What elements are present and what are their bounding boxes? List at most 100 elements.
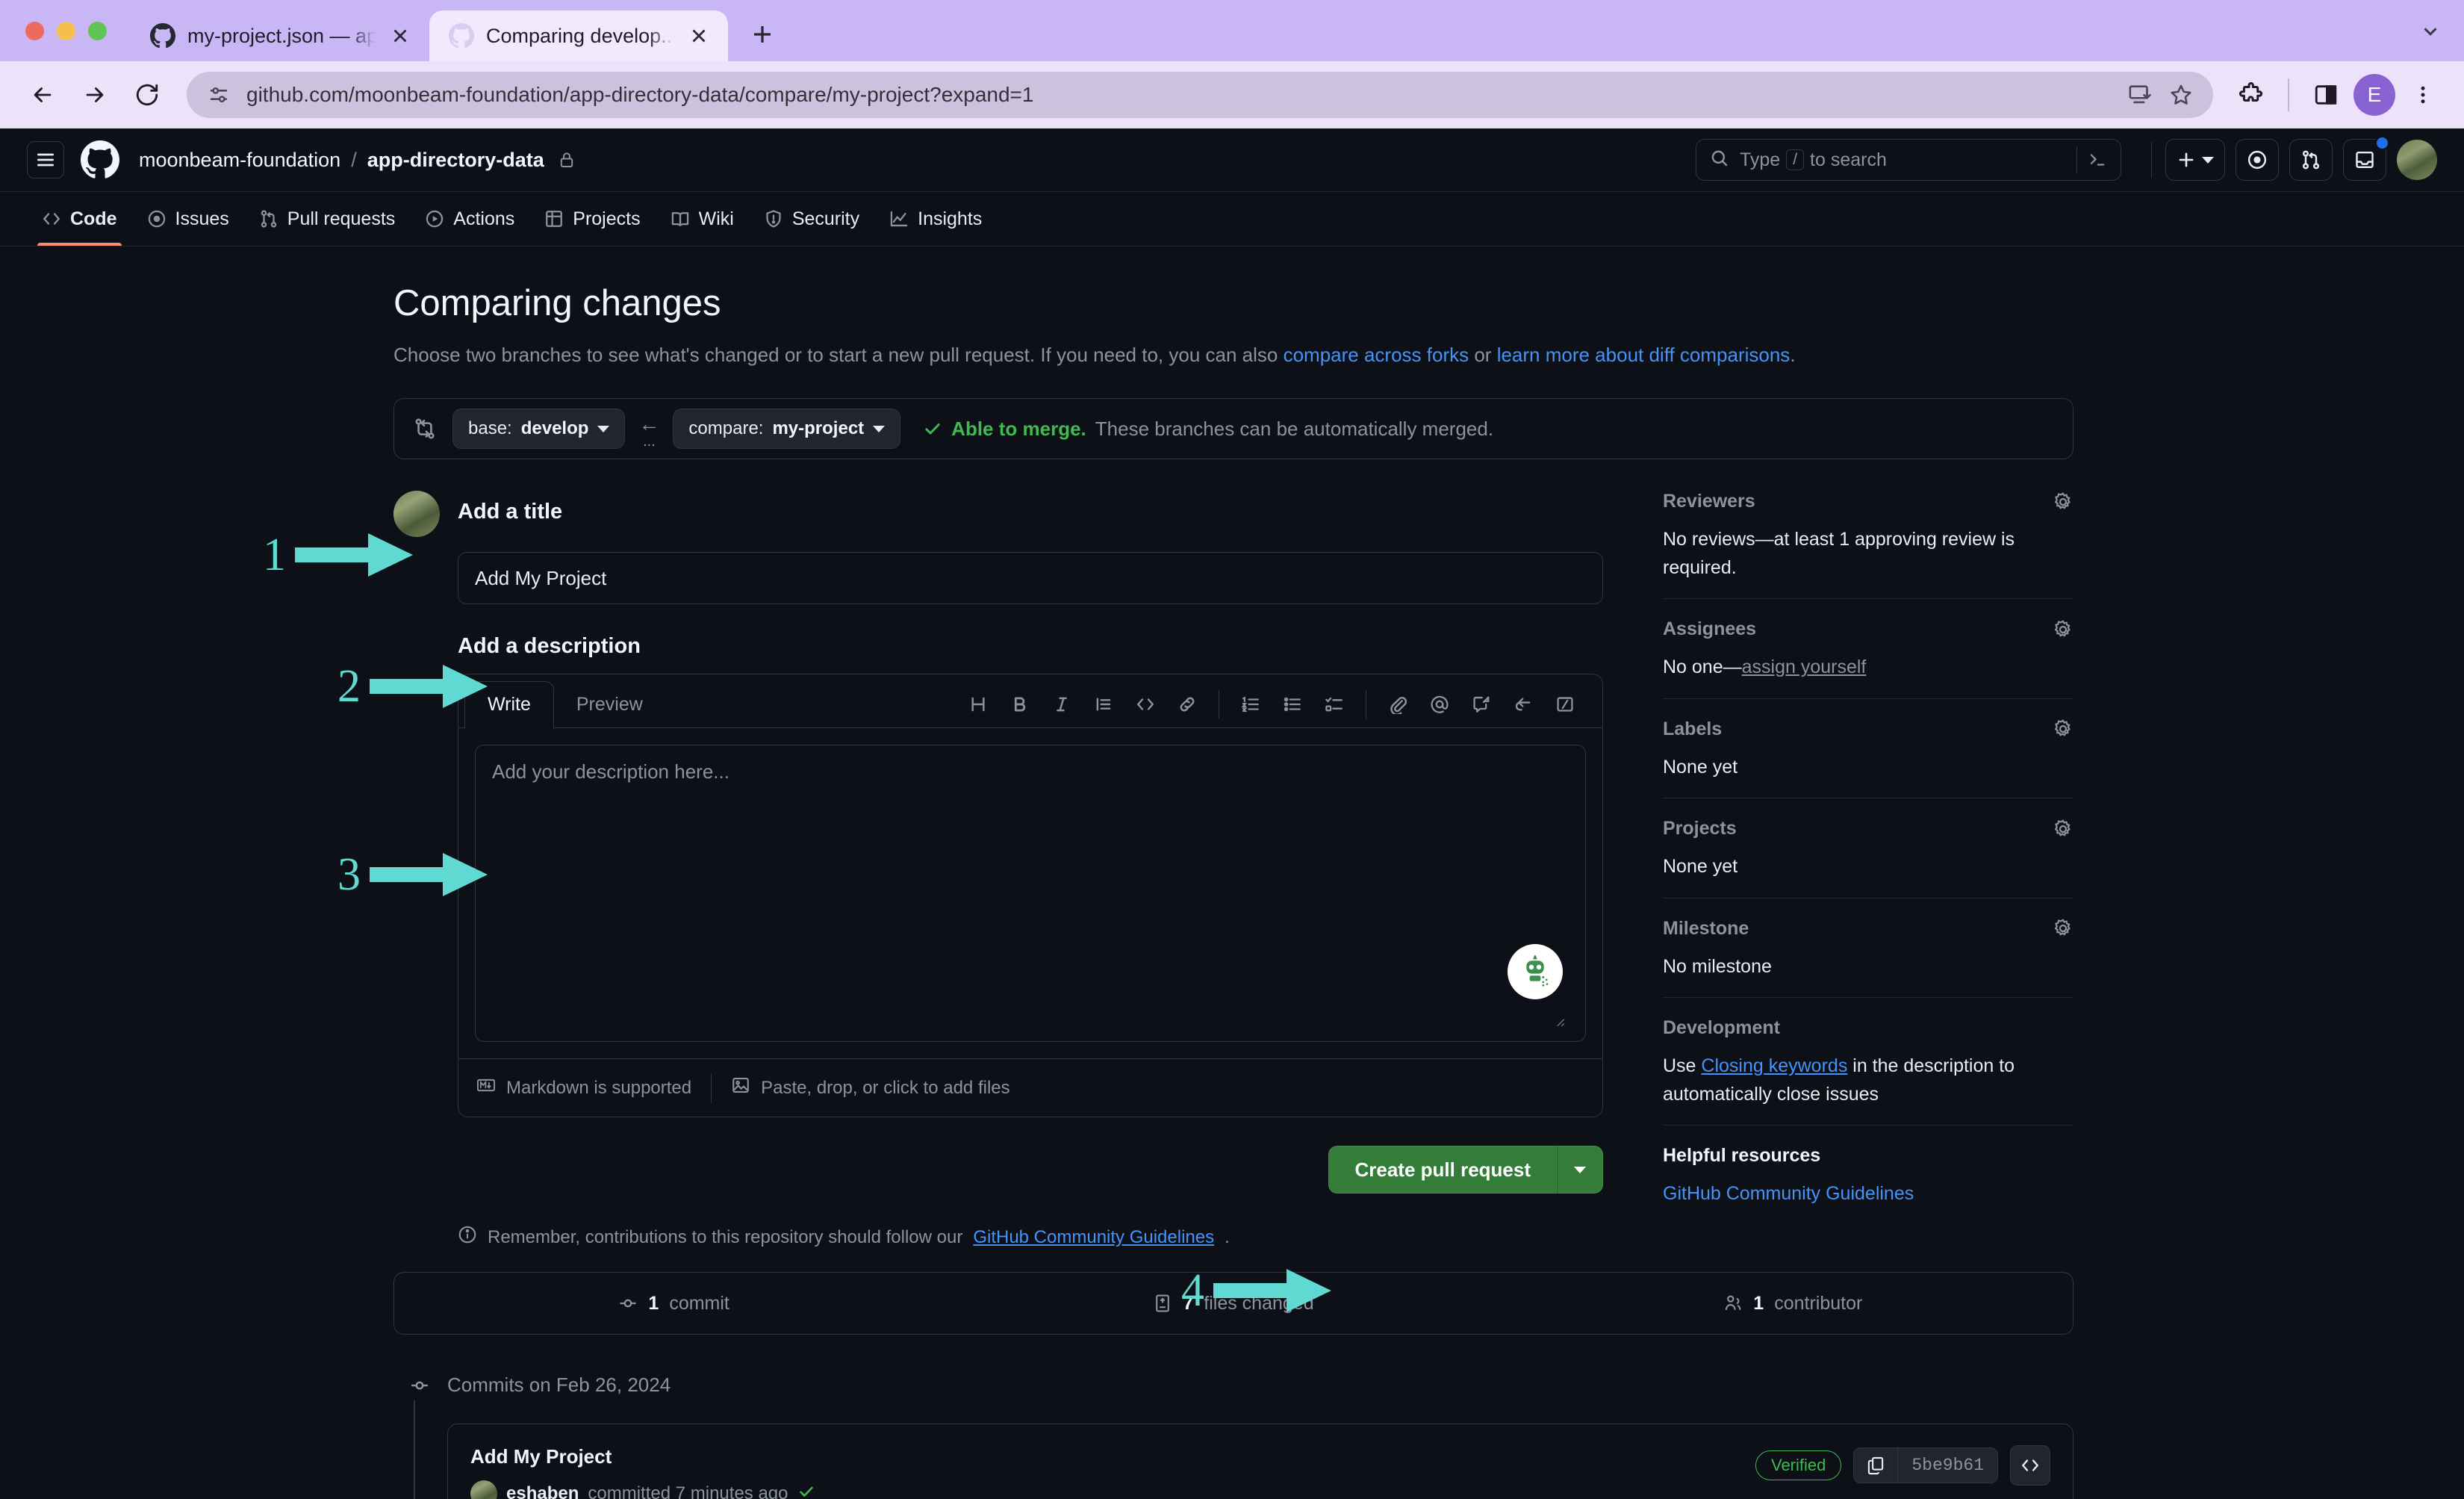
copy-icon[interactable] — [1854, 1448, 1899, 1483]
github-community-guidelines-link[interactable]: GitHub Community Guidelines — [973, 1227, 1214, 1248]
create-pull-request-button[interactable]: Create pull request — [1328, 1146, 1557, 1194]
resize-handle[interactable] — [1552, 1010, 1566, 1027]
gear-icon[interactable] — [2053, 819, 2073, 839]
merge-status: Able to merge. These branches can be aut… — [923, 418, 1493, 441]
maximize-window-button[interactable] — [88, 22, 107, 40]
markdown-slash-icon[interactable] — [1546, 685, 1584, 724]
saved-reply-icon[interactable] — [1462, 685, 1501, 724]
repo-nav-actions[interactable]: Actions — [410, 192, 529, 246]
sidebar-section-header: Helpful resources — [1663, 1145, 2073, 1167]
stat-commits[interactable]: 1 commit — [394, 1293, 953, 1315]
commit-author[interactable]: eshaben — [506, 1483, 579, 1499]
browser-tab-1[interactable]: my-project.json — app-direct — [131, 10, 429, 61]
link-icon[interactable] — [1168, 685, 1207, 724]
create-new-button[interactable] — [2165, 139, 2225, 181]
window-traffic-lights — [25, 22, 107, 61]
diff-icon — [1153, 1294, 1172, 1313]
repo-nav-code[interactable]: Code — [27, 192, 132, 246]
gear-icon[interactable] — [2053, 491, 2073, 512]
assign-yourself-link[interactable]: assign yourself — [1742, 657, 1867, 677]
compare-across-forks-link[interactable]: compare across forks — [1284, 344, 1469, 366]
chrome-menu-icon[interactable] — [2401, 73, 2445, 117]
side-panel-icon[interactable] — [2304, 73, 2348, 117]
diff-comparisons-link[interactable]: learn more about diff comparisons — [1497, 344, 1791, 366]
description-textarea[interactable]: Add your description here... — [475, 745, 1586, 1042]
copilot-icon[interactable] — [1508, 944, 1563, 999]
search-input[interactable]: Type / to search — [1696, 139, 2121, 181]
editor-area: Add your description here... — [458, 728, 1602, 1058]
forward-icon[interactable] — [72, 72, 118, 118]
commits-date-row: Commits on Feb 26, 2024 — [405, 1370, 2073, 1400]
repo-nav-pull-requests[interactable]: Pull requests — [244, 192, 411, 246]
address-bar[interactable]: github.com/moonbeam-foundation/app-direc… — [187, 72, 2213, 118]
site-settings-icon[interactable] — [206, 82, 231, 108]
repo-nav-security[interactable]: Security — [749, 192, 874, 246]
base-branch-prefix: base: — [468, 418, 512, 438]
repo-nav-insights[interactable]: Insights — [874, 192, 997, 246]
task-list-icon[interactable] — [1315, 685, 1354, 724]
github-community-guidelines-link[interactable]: GitHub Community Guidelines — [1663, 1183, 1914, 1204]
reference-icon[interactable] — [1504, 685, 1543, 724]
tab-search-chevron-icon[interactable] — [2419, 20, 2442, 46]
commit-sha[interactable]: 5be9b61 — [1898, 1448, 1997, 1483]
gear-icon[interactable] — [2053, 918, 2073, 939]
gear-icon[interactable] — [2053, 619, 2073, 640]
closing-keywords-link[interactable]: Closing keywords — [1701, 1055, 1847, 1076]
search-placeholder: Type / to search — [1740, 149, 2066, 171]
base-branch-dropdown[interactable]: base: develop — [452, 409, 626, 449]
editor-tab-bar: Write Preview — [458, 674, 1602, 729]
repo-nav-wiki[interactable]: Wiki — [656, 192, 749, 246]
browser-tab-title: Comparing develop...my-proj — [486, 24, 674, 47]
paste-drop-note[interactable]: Paste, drop, or click to add files — [712, 1076, 1030, 1100]
title-input[interactable]: Add My Project — [458, 552, 1603, 604]
pull-requests-button[interactable] — [2289, 139, 2333, 181]
close-window-button[interactable] — [25, 22, 44, 40]
heading-icon[interactable] — [959, 685, 998, 724]
minimize-window-button[interactable] — [57, 22, 75, 40]
profile-avatar[interactable]: E — [2353, 74, 2395, 116]
sidebar-title-milestone: Milestone — [1663, 917, 1749, 939]
command-palette-icon[interactable] — [2088, 150, 2107, 170]
repo-nav-issues[interactable]: Issues — [132, 192, 244, 246]
browser-tab-2[interactable]: Comparing develop...my-proj — [429, 10, 728, 61]
sidebar-section-header: Development — [1663, 1017, 2073, 1039]
attach-file-icon[interactable] — [1378, 685, 1417, 724]
mention-icon[interactable] — [1420, 685, 1459, 724]
install-app-icon[interactable] — [2128, 82, 2153, 108]
sidebar-section-reviewers: Reviewers No reviews—at least 1 approvin… — [1663, 491, 2073, 599]
bookmark-star-icon[interactable] — [2168, 82, 2194, 108]
sidebar-title-development: Development — [1663, 1017, 1780, 1038]
issues-button[interactable] — [2236, 139, 2279, 181]
ordered-list-icon[interactable] — [1231, 685, 1270, 724]
close-tab-icon[interactable] — [388, 23, 413, 49]
tab-preview[interactable]: Preview — [554, 681, 665, 729]
github-mark-icon[interactable] — [81, 140, 119, 179]
add-description-label: Add a description — [458, 634, 641, 658]
breadcrumb-owner[interactable]: moonbeam-foundation — [139, 149, 340, 172]
back-icon[interactable] — [19, 72, 66, 118]
browse-code-button[interactable] — [2010, 1445, 2050, 1486]
inbox-button[interactable] — [2343, 136, 2389, 181]
user-avatar[interactable] — [2397, 140, 2437, 180]
base-branch-name: develop — [520, 418, 589, 438]
repo-nav-label: Security — [791, 208, 860, 229]
gear-icon[interactable] — [2053, 719, 2073, 739]
quote-icon[interactable] — [1084, 685, 1123, 724]
close-tab-icon[interactable] — [686, 23, 712, 49]
create-pull-request-dropdown[interactable] — [1557, 1146, 1603, 1194]
repo-nav-projects[interactable]: Projects — [529, 192, 655, 246]
markdown-supported-note[interactable]: Markdown is supported — [476, 1076, 711, 1100]
italic-icon[interactable] — [1042, 685, 1081, 724]
unordered-list-icon[interactable] — [1273, 685, 1312, 724]
code-icon[interactable] — [1126, 685, 1165, 724]
breadcrumb-repo[interactable]: app-directory-data — [367, 149, 544, 172]
status-badge[interactable]: Verified — [1755, 1450, 1842, 1480]
commit-message[interactable]: Add My Project — [470, 1445, 1755, 1468]
extensions-puzzle-icon[interactable] — [2230, 73, 2273, 117]
bold-icon[interactable] — [1001, 685, 1039, 724]
new-tab-button[interactable] — [741, 13, 783, 55]
compare-branch-dropdown[interactable]: compare: my-project — [673, 409, 901, 449]
stat-contributors[interactable]: 1 contributor — [1513, 1293, 2073, 1315]
reload-icon[interactable] — [124, 72, 170, 118]
hamburger-icon[interactable] — [27, 141, 64, 179]
